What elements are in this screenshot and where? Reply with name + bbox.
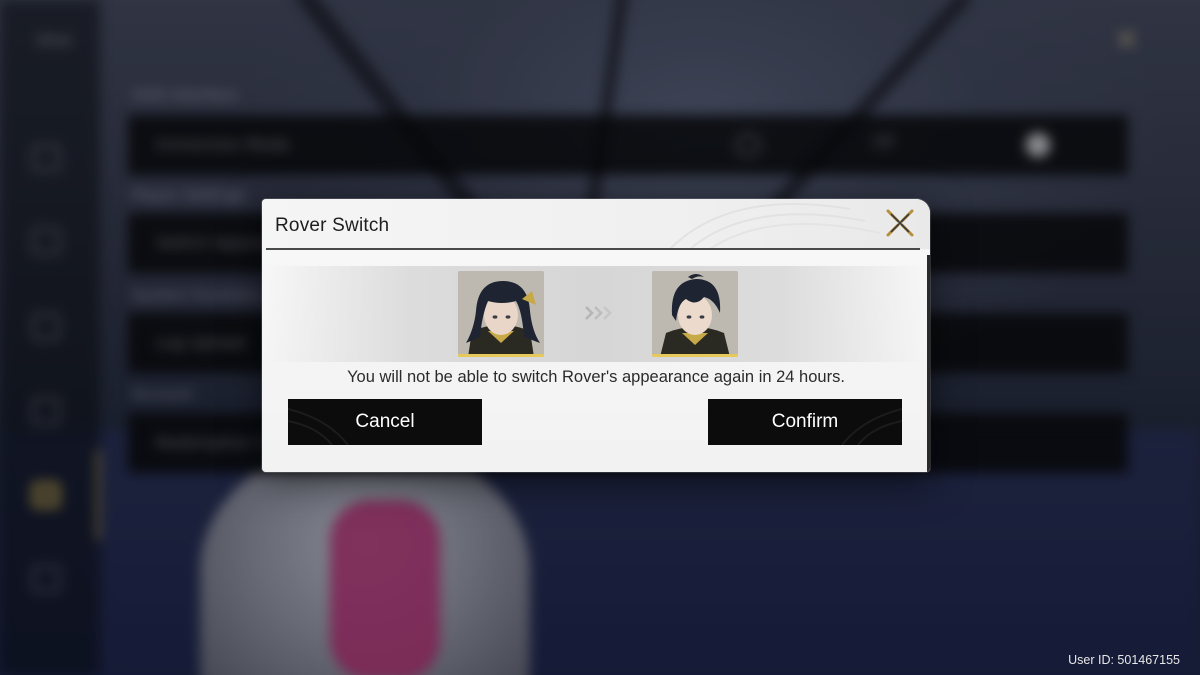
close-x-icon: [886, 209, 914, 237]
switch-arrows-icon: [585, 306, 612, 320]
target-rover-portrait: [652, 271, 738, 357]
female-rover-portrait-icon: [458, 271, 544, 357]
cancel-button[interactable]: Cancel: [288, 399, 482, 445]
confirm-button[interactable]: Confirm: [708, 399, 902, 445]
confirm-button-label: Confirm: [771, 411, 839, 432]
cancel-button-label: Cancel: [355, 411, 415, 432]
header-decoration: [669, 203, 881, 249]
dialog-title: Rover Switch: [275, 215, 390, 236]
dialog-body: You will not be able to switch Rover's a…: [262, 250, 930, 472]
male-rover-portrait-icon: [652, 271, 738, 357]
rarity-gold-bar: [458, 354, 544, 357]
current-rover-portrait: [458, 271, 544, 357]
user-id-label: User ID: 501467155: [1068, 653, 1180, 667]
rover-switch-dialog: Rover Switch You will not be able to swi…: [262, 199, 930, 472]
warning-message: You will not be able to switch Rover's a…: [347, 368, 845, 386]
dialog-header: Rover Switch: [262, 199, 930, 250]
close-button[interactable]: [882, 205, 918, 241]
rarity-gold-bar: [652, 354, 738, 357]
